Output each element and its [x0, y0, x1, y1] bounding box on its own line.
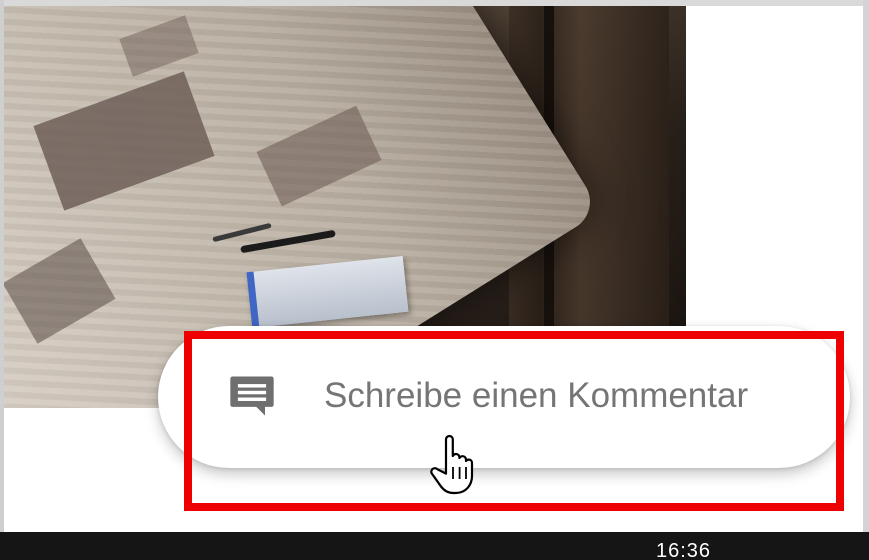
- comment-icon: [230, 376, 274, 416]
- right-edge: [863, 0, 869, 560]
- status-bar-clock: 16:36: [656, 540, 712, 560]
- status-bar: [0, 532, 869, 560]
- comment-placeholder[interactable]: Schreibe einen Kommentar: [324, 374, 748, 418]
- screenshot-frame: Schreibe einen Kommentar 16:36: [0, 0, 869, 560]
- left-edge: [0, 0, 4, 560]
